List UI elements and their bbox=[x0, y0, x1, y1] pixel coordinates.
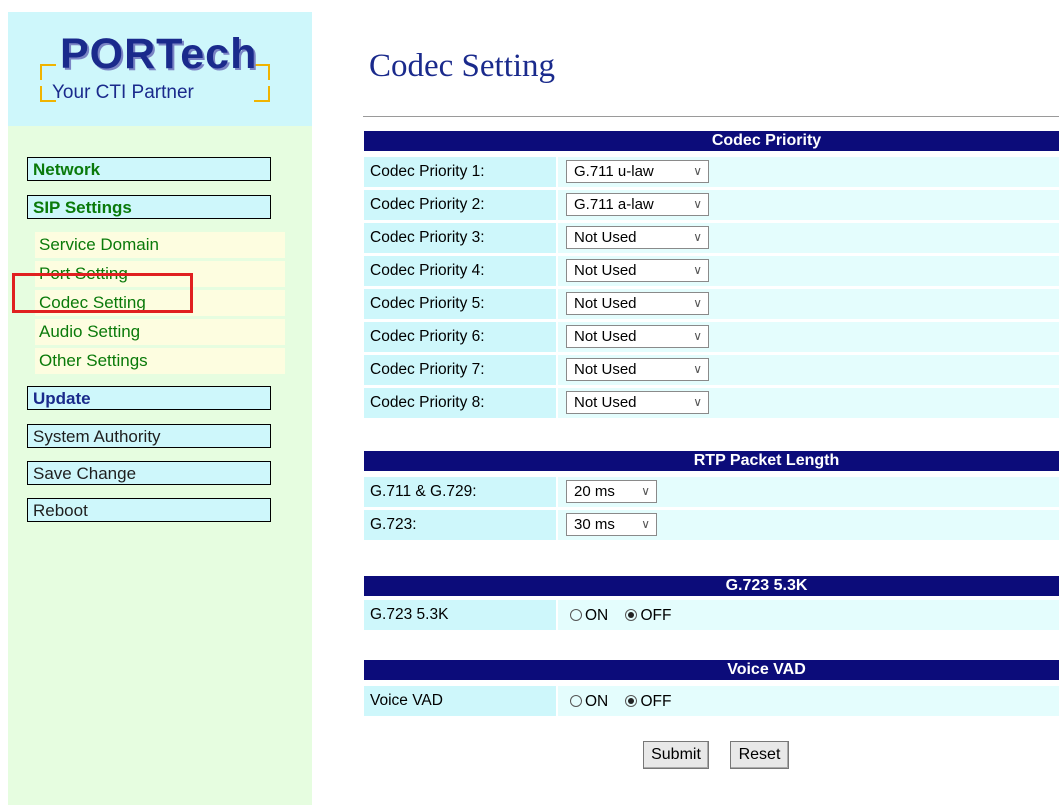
select-value: Not Used bbox=[574, 295, 637, 312]
nav-sip-settings[interactable]: SIP Settings bbox=[27, 195, 271, 219]
codec-priority-label: Codec Priority 4: bbox=[364, 256, 556, 286]
chevron-down-icon: ∨ bbox=[693, 329, 702, 343]
select-value: Not Used bbox=[574, 328, 637, 345]
voice-vad-header: Voice VAD bbox=[364, 660, 1059, 680]
codec-priority-header: Codec Priority bbox=[364, 131, 1059, 151]
title-divider bbox=[363, 116, 1059, 117]
page-title: Codec Setting bbox=[369, 48, 556, 84]
codec-priority-label: Codec Priority 1: bbox=[364, 157, 556, 187]
codec-priority-label: Codec Priority 5: bbox=[364, 289, 556, 319]
nav-save-change[interactable]: Save Change bbox=[27, 461, 271, 485]
logo-brand: PORTech bbox=[60, 30, 258, 78]
codec-priority-row: Codec Priority 8: Not Used ∨ bbox=[364, 388, 1059, 418]
codec-priority-2-select[interactable]: G.711 a-law ∨ bbox=[566, 193, 709, 216]
select-value: G.711 u-law bbox=[574, 163, 654, 180]
nav-other-settings[interactable]: Other Settings bbox=[35, 348, 285, 374]
voice-vad-off-radio[interactable] bbox=[625, 695, 638, 707]
chevron-down-icon: ∨ bbox=[693, 263, 702, 277]
chevron-down-icon: ∨ bbox=[693, 395, 702, 409]
g723-53k-row: G.723 5.3K ON OFF bbox=[364, 600, 1059, 630]
chevron-down-icon: ∨ bbox=[693, 296, 702, 310]
g723-53k-header: G.723 5.3K bbox=[364, 576, 1059, 596]
codec-priority-row: Codec Priority 3: Not Used ∨ bbox=[364, 223, 1059, 253]
nav-update[interactable]: Update bbox=[27, 386, 271, 410]
select-value: Not Used bbox=[574, 361, 637, 378]
chevron-down-icon: ∨ bbox=[693, 362, 702, 376]
rtp-packet-length-header: RTP Packet Length bbox=[364, 451, 1059, 471]
nav-network[interactable]: Network bbox=[27, 157, 271, 181]
rtp-row: G.711 & G.729: 20 ms ∨ bbox=[364, 477, 1059, 507]
nav-audio-setting[interactable]: Audio Setting bbox=[35, 319, 285, 345]
voice-vad-on-radio[interactable] bbox=[570, 695, 582, 707]
nav-reboot[interactable]: Reboot bbox=[27, 498, 271, 522]
chevron-down-icon: ∨ bbox=[693, 164, 702, 178]
codec-priority-7-select[interactable]: Not Used ∨ bbox=[566, 358, 709, 381]
logo-tagline: Your CTI Partner bbox=[52, 82, 194, 103]
select-value: Not Used bbox=[574, 262, 637, 279]
codec-priority-3-select[interactable]: Not Used ∨ bbox=[566, 226, 709, 249]
g723-53k-off-label: OFF bbox=[640, 607, 672, 624]
codec-priority-label: Codec Priority 8: bbox=[364, 388, 556, 418]
voice-vad-label: Voice VAD bbox=[364, 686, 556, 716]
codec-priority-label: Codec Priority 3: bbox=[364, 223, 556, 253]
g723-53k-on-radio[interactable] bbox=[570, 609, 582, 621]
rtp-row: G.723: 30 ms ∨ bbox=[364, 510, 1059, 540]
select-value: 30 ms bbox=[574, 516, 615, 533]
rtp-label: G.711 & G.729: bbox=[364, 477, 556, 507]
chevron-down-icon: ∨ bbox=[693, 197, 702, 211]
g723-53k-label: G.723 5.3K bbox=[364, 600, 556, 630]
nav-port-setting[interactable]: Port Setting bbox=[35, 261, 285, 287]
chevron-down-icon: ∨ bbox=[693, 230, 702, 244]
submit-button[interactable]: Submit bbox=[643, 741, 709, 769]
codec-priority-row: Codec Priority 7: Not Used ∨ bbox=[364, 355, 1059, 385]
rtp-g723-select[interactable]: 30 ms ∨ bbox=[566, 513, 657, 536]
nav-system-authority[interactable]: System Authority bbox=[27, 424, 271, 448]
codec-priority-label: Codec Priority 2: bbox=[364, 190, 556, 220]
rtp-g711-g729-select[interactable]: 20 ms ∨ bbox=[566, 480, 657, 503]
codec-priority-4-select[interactable]: Not Used ∨ bbox=[566, 259, 709, 282]
codec-priority-label: Codec Priority 6: bbox=[364, 322, 556, 352]
logo-area: PORTech Your CTI Partner bbox=[8, 12, 312, 126]
select-value: Not Used bbox=[574, 229, 637, 246]
codec-priority-label: Codec Priority 7: bbox=[364, 355, 556, 385]
select-value: G.711 a-law bbox=[574, 196, 654, 213]
codec-priority-row: Codec Priority 5: Not Used ∨ bbox=[364, 289, 1059, 319]
nav-codec-setting[interactable]: Codec Setting bbox=[35, 290, 285, 316]
select-value: 20 ms bbox=[574, 483, 615, 500]
codec-priority-8-select[interactable]: Not Used ∨ bbox=[566, 391, 709, 414]
reset-button[interactable]: Reset bbox=[730, 741, 789, 769]
codec-priority-row: Codec Priority 6: Not Used ∨ bbox=[364, 322, 1059, 352]
codec-priority-row: Codec Priority 1: G.711 u-law ∨ bbox=[364, 157, 1059, 187]
voice-vad-row: Voice VAD ON OFF bbox=[364, 686, 1059, 716]
codec-priority-5-select[interactable]: Not Used ∨ bbox=[566, 292, 709, 315]
chevron-down-icon: ∨ bbox=[641, 484, 650, 498]
nav-service-domain[interactable]: Service Domain bbox=[35, 232, 285, 258]
select-value: Not Used bbox=[574, 394, 637, 411]
codec-priority-row: Codec Priority 2: G.711 a-law ∨ bbox=[364, 190, 1059, 220]
logo: PORTech Your CTI Partner bbox=[40, 30, 270, 103]
codec-priority-row: Codec Priority 4: Not Used ∨ bbox=[364, 256, 1059, 286]
rtp-label: G.723: bbox=[364, 510, 556, 540]
codec-priority-6-select[interactable]: Not Used ∨ bbox=[566, 325, 709, 348]
voice-vad-off-label: OFF bbox=[640, 693, 672, 710]
codec-priority-1-select[interactable]: G.711 u-law ∨ bbox=[566, 160, 709, 183]
voice-vad-on-label: ON bbox=[585, 693, 609, 710]
g723-53k-on-label: ON bbox=[585, 607, 609, 624]
g723-53k-off-radio[interactable] bbox=[625, 609, 638, 621]
chevron-down-icon: ∨ bbox=[641, 517, 650, 531]
